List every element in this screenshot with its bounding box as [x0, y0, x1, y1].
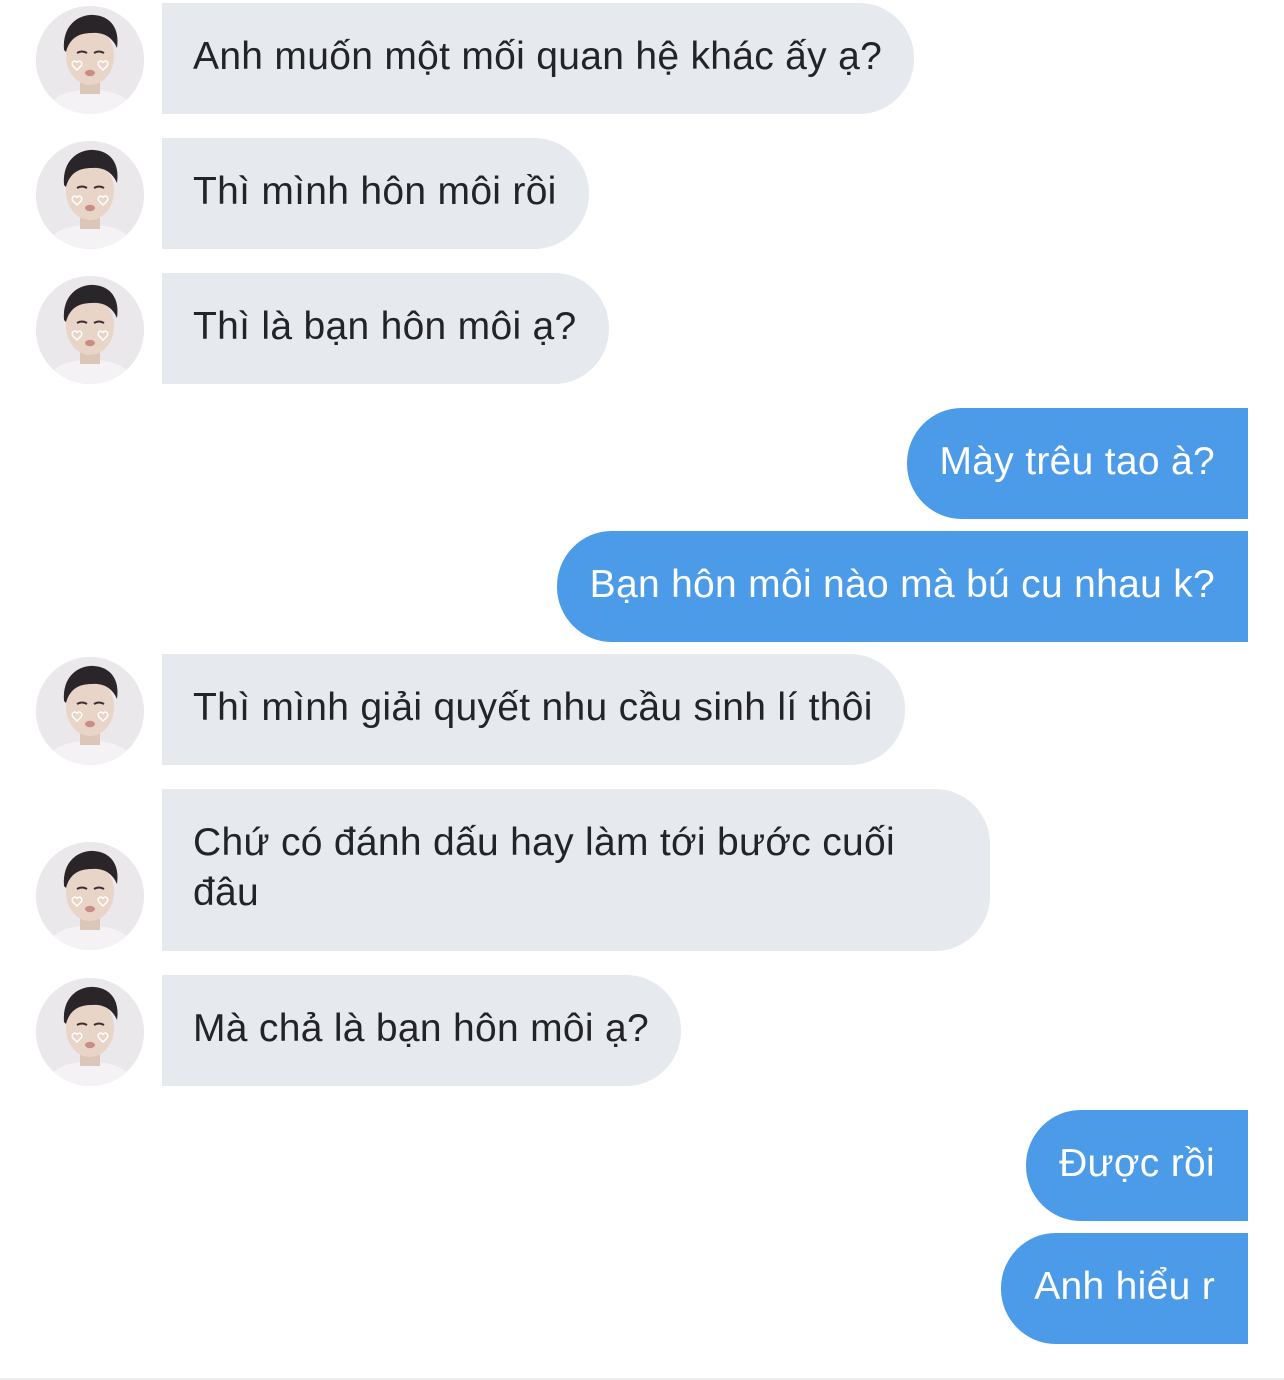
incoming-message-bubble[interactable]: Anh muốn một mối quan hệ khác ấy ạ? [162, 3, 915, 114]
contact-avatar-icon[interactable] [36, 657, 144, 765]
incoming-message-bubble[interactable]: Thì mình hôn môi rồi [162, 138, 589, 249]
contact-avatar-icon[interactable] [36, 141, 144, 249]
outgoing-message-bubble[interactable]: Bạn hôn môi nào mà bú cu nhau k? [556, 531, 1248, 642]
contact-avatar-icon[interactable] [36, 842, 144, 950]
outgoing-message-bubble[interactable]: Anh hiểu r [1001, 1233, 1248, 1344]
incoming-message-bubble[interactable]: Chứ có đánh dấu hay làm tới bước cuối đâ… [162, 789, 990, 951]
contact-avatar-icon[interactable] [36, 978, 144, 1086]
outgoing-message-bubble[interactable]: Mày trêu tao à? [906, 408, 1248, 519]
incoming-message-bubble[interactable]: Thì mình giải quyết nhu cầu sinh lí thôi [162, 654, 905, 765]
contact-avatar-icon[interactable] [36, 276, 144, 384]
incoming-message-bubble[interactable]: Mà chả là bạn hôn môi ạ? [162, 975, 681, 1086]
incoming-message-bubble[interactable]: Thì là bạn hôn môi ạ? [162, 273, 609, 384]
outgoing-message-bubble[interactable]: Được rồi [1026, 1110, 1248, 1221]
contact-avatar-icon[interactable] [36, 6, 144, 114]
